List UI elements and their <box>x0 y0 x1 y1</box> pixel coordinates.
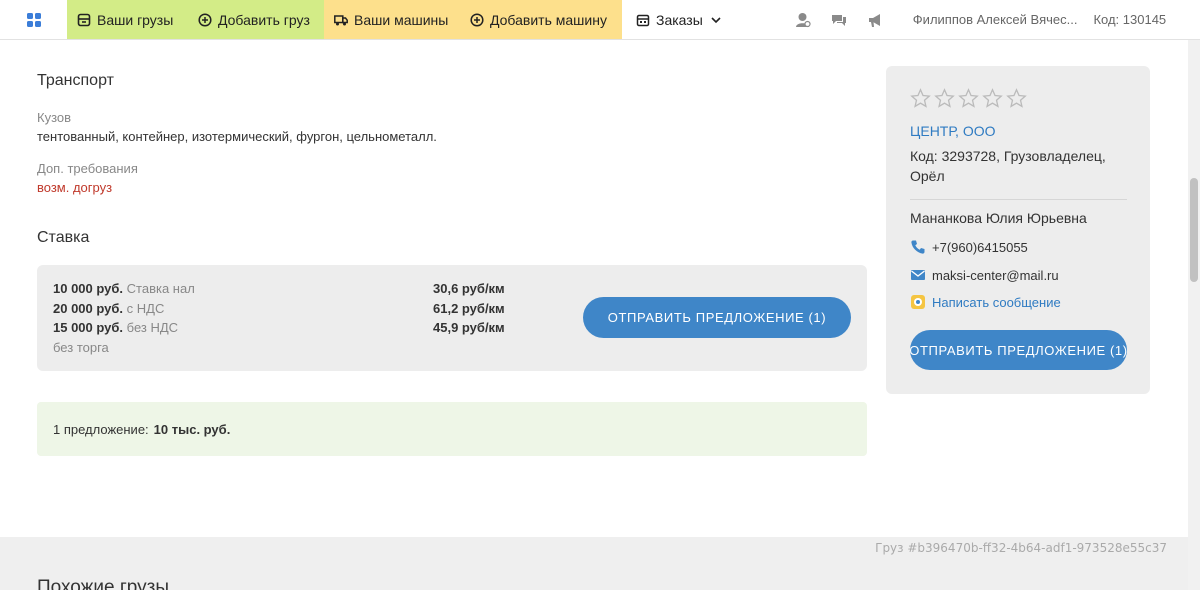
proposals-value: 10 тыс. руб. <box>153 421 231 437</box>
write-message-label: Написать сообщение <box>932 294 1061 310</box>
phone-row[interactable]: +7(960)6415055 <box>910 239 1028 255</box>
company-link[interactable]: ЦЕНТР, ООО <box>910 123 996 139</box>
body-type-label: Кузов <box>37 110 72 125</box>
rate-note: без НДС <box>126 320 179 335</box>
cargo-icon <box>77 13 91 26</box>
rate-line: 20 000 руб. с НДС <box>53 301 164 316</box>
company-info: Код: 3293728, Грузовладелец, Орёл <box>910 148 1106 184</box>
plus-circle-icon <box>470 12 484 27</box>
apps-grid-button[interactable] <box>0 0 67 39</box>
star-icon <box>982 88 1003 108</box>
side-send-offer-button[interactable]: ОТПРАВИТЬ ПРЕДЛОЖЕНИЕ (1) <box>910 330 1127 370</box>
plus-circle-icon <box>198 12 212 27</box>
rate-line: 10 000 руб. Ставка нал <box>53 281 195 296</box>
email-row[interactable]: maksi-center@mail.ru <box>910 267 1059 283</box>
similar-cargo-section: Груз #b396470b-ff32-4b64-adf1-973528e55c… <box>0 537 1188 590</box>
message-app-icon <box>911 295 925 309</box>
top-nav-bar: Ваши грузы Добавить груз Ваши машины Доб… <box>0 0 1200 40</box>
similar-cargo-title: Похожие грузы <box>37 577 169 590</box>
phone-icon <box>911 240 925 254</box>
nav-add-truck-label: Добавить машину <box>490 11 607 28</box>
chat-icon[interactable] <box>831 12 847 28</box>
star-icon <box>1006 88 1027 108</box>
star-icon <box>958 88 979 108</box>
star-icon <box>910 88 931 108</box>
rate-note: Ставка нал <box>126 281 195 296</box>
rate-per-km: 61,2 руб/км <box>433 301 505 316</box>
proposals-summary: 1 предложение: 10 тыс. руб. <box>37 402 867 456</box>
nav-your-cargo-label: Ваши грузы <box>97 11 174 28</box>
nav-your-cargo[interactable]: Ваши грузы <box>67 0 188 39</box>
nav-orders-dropdown[interactable]: Заказы <box>622 0 733 39</box>
calendar-icon <box>636 14 650 26</box>
rate-line: 15 000 руб. без НДС <box>53 320 178 335</box>
user-code: Код: 130145 <box>1093 12 1167 27</box>
rate-per-km: 30,6 руб/км <box>433 281 505 296</box>
nav-add-truck[interactable]: Добавить машину <box>460 0 622 39</box>
envelope-icon <box>911 270 925 280</box>
rate-title: Ставка <box>37 229 90 246</box>
requirements-value: возм. догруз <box>37 180 113 195</box>
no-bargain-note: без торга <box>53 340 109 355</box>
grid-icon <box>26 12 41 27</box>
rate-amount: 10 000 руб. <box>53 281 124 296</box>
nav-add-cargo-label: Добавить груз <box>218 11 310 28</box>
email-address: maksi-center@mail.ru <box>932 267 1059 283</box>
nav-orders-label: Заказы <box>656 11 703 28</box>
cargo-id: Груз #b396470b-ff32-4b64-adf1-973528e55c… <box>875 541 1167 555</box>
chevron-down-icon <box>711 16 721 23</box>
star-icon <box>934 88 955 108</box>
body-type-value: тентованный, контейнер, изотермический, … <box>37 129 437 144</box>
rating-stars <box>910 88 1027 109</box>
nav-add-cargo[interactable]: Добавить груз <box>188 0 324 39</box>
transport-title: Транспорт <box>37 72 114 89</box>
user-name[interactable]: Филиппов Алексей Вячес... <box>913 0 1078 39</box>
scrollbar-thumb[interactable] <box>1190 178 1198 282</box>
send-offer-button[interactable]: ОТПРАВИТЬ ПРЕДЛОЖЕНИЕ (1) <box>583 297 851 338</box>
nav-your-trucks[interactable]: Ваши машины <box>324 0 460 39</box>
rate-amount: 20 000 руб. <box>53 301 124 316</box>
proposals-text: 1 предложение: <box>53 421 149 437</box>
vertical-scrollbar[interactable] <box>1188 40 1200 590</box>
divider <box>910 199 1127 200</box>
rate-note: с НДС <box>126 301 165 316</box>
rate-per-km: 45,9 руб/км <box>433 320 505 335</box>
phone-number: +7(960)6415055 <box>932 239 1028 255</box>
rate-box: 10 000 руб. Ставка нал 20 000 руб. с НДС… <box>37 265 867 371</box>
truck-icon <box>334 14 348 25</box>
user-settings-icon[interactable] <box>795 12 811 28</box>
requirements-label: Доп. требования <box>37 161 138 176</box>
rate-amount: 15 000 руб. <box>53 320 124 335</box>
write-message-link[interactable]: Написать сообщение <box>910 294 1061 310</box>
megaphone-icon[interactable] <box>867 12 883 28</box>
nav-your-trucks-label: Ваши машины <box>354 11 449 28</box>
contact-person: Мананкова Юлия Юрьевна <box>910 210 1087 226</box>
contact-card: ЦЕНТР, ООО Код: 3293728, Грузовладелец, … <box>886 66 1150 394</box>
